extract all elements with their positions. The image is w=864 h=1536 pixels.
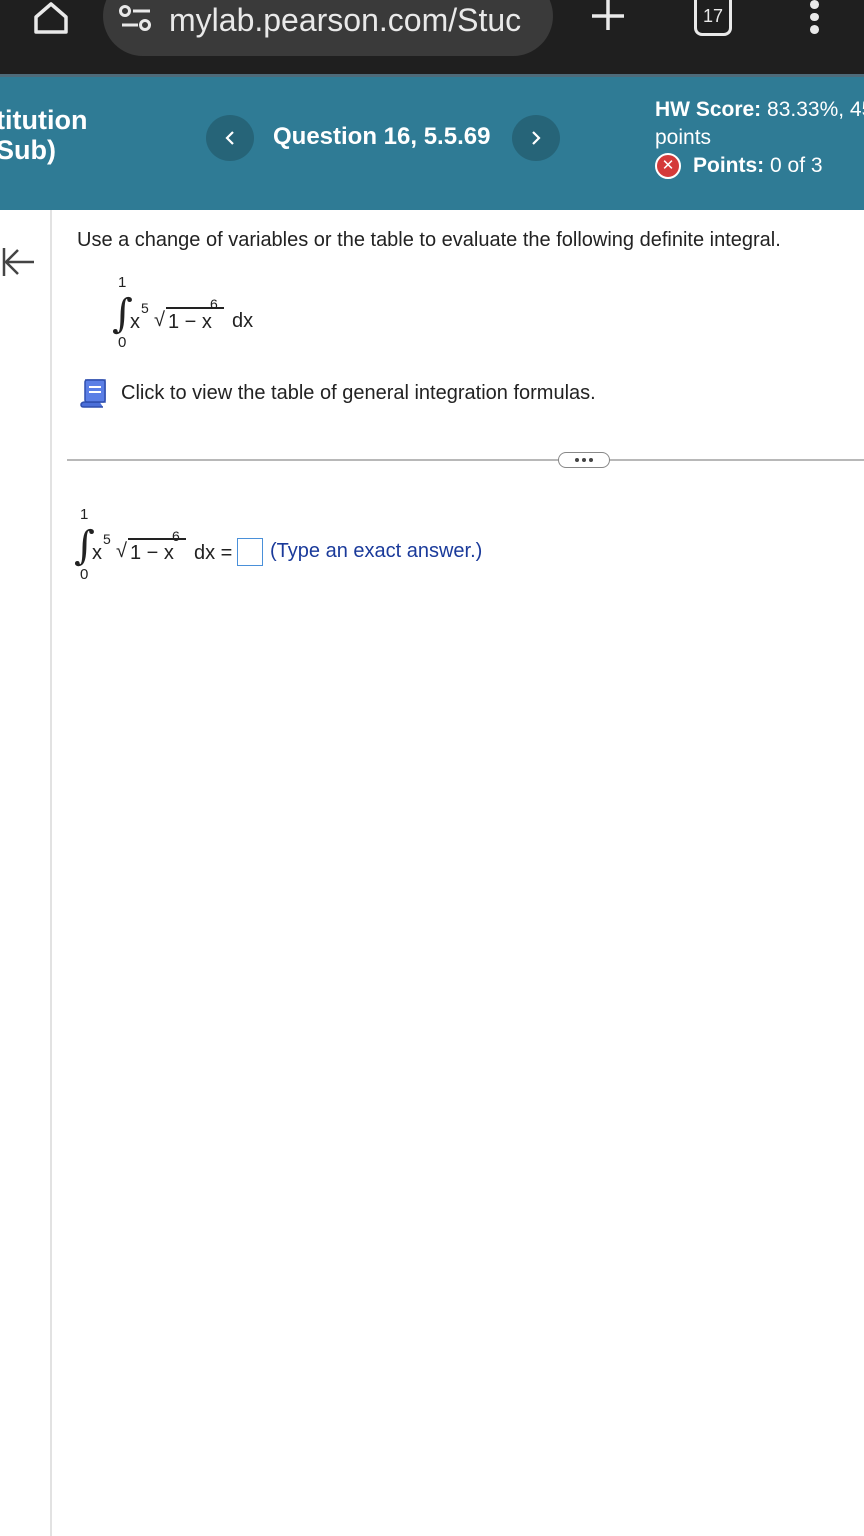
previous-question-button[interactable] bbox=[206, 115, 254, 161]
url-text: mylab.pearson.com/Stuc bbox=[169, 2, 522, 38]
browser-toolbar: mylab.pearson.com/Stuc 17 bbox=[0, 0, 864, 74]
assignment-title-line1: titution bbox=[0, 105, 88, 135]
chevron-left-icon bbox=[225, 131, 234, 145]
answer-hint: (Type an exact answer.) bbox=[270, 540, 483, 562]
assignment-title: titution Sub) bbox=[0, 105, 87, 165]
collapse-arrow-icon[interactable] bbox=[0, 244, 36, 280]
overflow-menu-icon[interactable] bbox=[802, 0, 826, 36]
score-panel: HW Score: 83.33%, 45 points ✕ Points: 0 … bbox=[655, 96, 864, 180]
answer-input[interactable] bbox=[237, 538, 263, 566]
lower-limit: 0 bbox=[118, 334, 127, 351]
section-divider bbox=[67, 459, 864, 461]
book-icon bbox=[80, 379, 106, 408]
formula-table-link[interactable]: Click to view the table of general integ… bbox=[79, 378, 596, 408]
question-prompt: Use a change of variables or the table t… bbox=[77, 229, 781, 251]
hw-score-value: 83.33%, 45 bbox=[767, 98, 864, 121]
integrand-base: x bbox=[130, 311, 140, 333]
site-settings-icon[interactable] bbox=[118, 5, 154, 35]
answer-upper-limit: 1 bbox=[80, 506, 89, 523]
answer-radicand-exponent: 6 bbox=[172, 528, 180, 544]
points-value: 0 of 3 bbox=[770, 154, 823, 177]
answer-sqrt-symbol: √ bbox=[116, 540, 127, 562]
formula-table-link-text[interactable]: Click to view the table of general integ… bbox=[121, 382, 596, 405]
next-question-button[interactable] bbox=[512, 115, 560, 161]
left-rail-divider bbox=[50, 210, 52, 1536]
question-header: titution Sub) Question 16, 5.5.69 HW Sco… bbox=[0, 77, 864, 210]
answer-equals: dx = bbox=[194, 542, 233, 564]
points-label: Points: bbox=[693, 154, 765, 177]
new-tab-icon[interactable] bbox=[586, 0, 630, 34]
hw-score-unit: points bbox=[655, 126, 712, 149]
hw-score-label: HW Score: bbox=[655, 98, 762, 121]
answer-integrand-exponent: 5 bbox=[103, 531, 111, 547]
upper-limit: 1 bbox=[118, 274, 127, 291]
radicand: 1 − x bbox=[168, 311, 212, 333]
tab-count: 17 bbox=[702, 6, 724, 26]
incorrect-icon: ✕ bbox=[655, 153, 681, 179]
radicand-exponent: 6 bbox=[210, 296, 218, 312]
expand-dots-button[interactable] bbox=[558, 452, 610, 468]
address-bar[interactable]: mylab.pearson.com/Stuc bbox=[103, 0, 553, 56]
question-title[interactable]: Question 16, 5.5.69 bbox=[273, 123, 490, 151]
chevron-right-icon bbox=[532, 131, 541, 145]
home-icon[interactable] bbox=[28, 0, 74, 36]
integrand-exponent: 5 bbox=[141, 300, 149, 316]
answer-integrand-base: x bbox=[92, 542, 102, 564]
tab-switcher-button[interactable]: 17 bbox=[694, 0, 732, 36]
answer-radicand: 1 − x bbox=[130, 542, 174, 564]
sqrt-symbol: √ bbox=[154, 309, 165, 331]
differential: dx bbox=[232, 310, 254, 332]
answer-lower-limit: 0 bbox=[80, 566, 89, 583]
assignment-title-line2: Sub) bbox=[0, 135, 56, 165]
